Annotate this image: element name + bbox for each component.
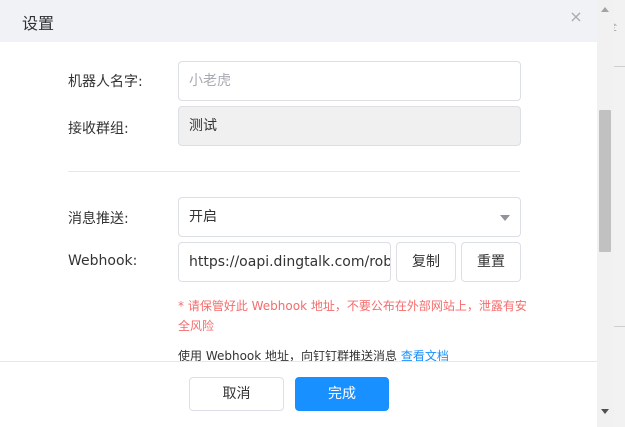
receive-group-field: 测试 bbox=[178, 106, 521, 146]
security-warning: * 请保管好此 Webhook 地址，不要公布在外部网站上，泄露有安全风险 bbox=[178, 299, 527, 333]
scroll-thumb[interactable] bbox=[599, 110, 611, 252]
webhook-label: Webhook: bbox=[68, 253, 138, 269]
confirm-button[interactable]: 完成 bbox=[295, 377, 389, 411]
copy-button[interactable]: 复制 bbox=[396, 242, 456, 282]
section-divider bbox=[68, 171, 520, 172]
scroll-down-icon[interactable] bbox=[601, 409, 609, 414]
cancel-button[interactable]: 取消 bbox=[189, 377, 284, 411]
dialog-footer: 取消 完成 bbox=[0, 361, 597, 427]
dialog-title: 设置 bbox=[22, 14, 55, 33]
webhook-input[interactable]: https://oapi.dingtalk.com/robot/send bbox=[178, 242, 391, 282]
robot-name-input[interactable]: 小老虎 bbox=[178, 61, 521, 101]
push-select-value: 开启 bbox=[189, 209, 217, 225]
robot-name-label: 机器人名字: bbox=[68, 74, 143, 90]
scroll-up-icon[interactable] bbox=[601, 7, 609, 12]
vertical-scrollbar[interactable] bbox=[597, 0, 614, 427]
receive-group-label: 接收群组: bbox=[68, 121, 129, 137]
push-select[interactable]: 开启 bbox=[178, 197, 521, 237]
chevron-down-icon bbox=[500, 215, 510, 221]
close-icon[interactable]: × bbox=[568, 9, 584, 25]
settings-dialog: 设置 × 机器人名字: 小老虎 接收群组: 测试 消息推送: 开启 Webhoo… bbox=[0, 0, 597, 427]
push-label: 消息推送: bbox=[68, 211, 129, 227]
dialog-header: 设置 × bbox=[0, 0, 597, 42]
reset-button[interactable]: 重置 bbox=[461, 242, 521, 282]
